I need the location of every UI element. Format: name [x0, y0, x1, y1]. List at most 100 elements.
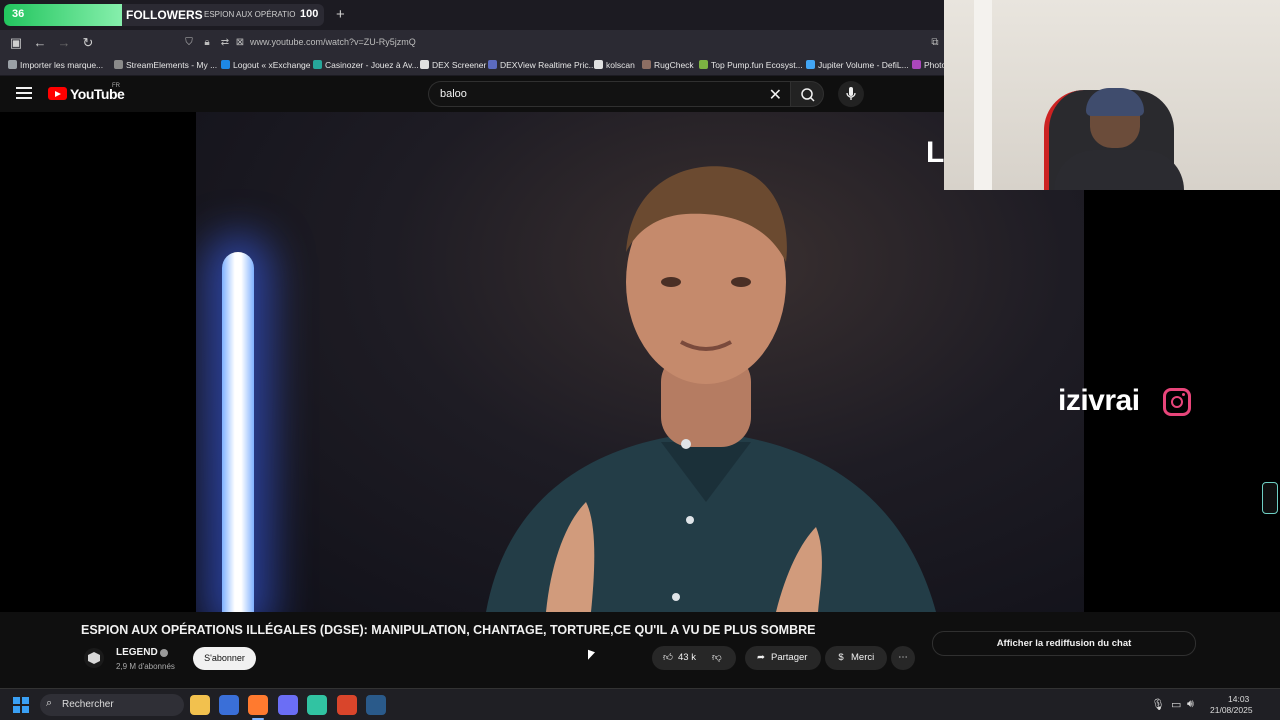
- bookmark-favicon-icon: [420, 60, 429, 69]
- bookmark-favicon-icon: [313, 60, 322, 69]
- windows-start-icon[interactable]: [13, 697, 29, 713]
- bookmark-favicon-icon: [488, 60, 497, 69]
- follower-label: FOLLOWERS: [126, 8, 203, 22]
- bookmark-item[interactable]: Logout « xExchange: [221, 60, 311, 70]
- like-count: 43 k: [678, 652, 696, 663]
- screenshot-icon[interactable]: ⧉: [928, 36, 942, 50]
- webcam-overlay: [944, 0, 1280, 190]
- dislike-button[interactable]: 👎︎: [712, 646, 722, 670]
- browser-tab-strip: 36 FOLLOWERS ESPION AUX OPÉRATIO 100 +: [0, 0, 944, 30]
- bookmark-item[interactable]: DEXView Realtime Pric...: [488, 60, 596, 70]
- watermark-text: izivrai: [1058, 384, 1140, 417]
- bookmark-label: DEXView Realtime Pric...: [500, 60, 596, 70]
- bookmark-label: Logout « xExchange: [233, 60, 311, 70]
- steam-icon[interactable]: [366, 695, 386, 715]
- bookmark-favicon-icon: [594, 60, 603, 69]
- instagram-icon: [1163, 388, 1191, 416]
- bookmark-label: Jupiter Volume - DefiL...: [818, 60, 909, 70]
- bookmark-item[interactable]: StreamElements - My ...: [114, 60, 217, 70]
- thanks-label: Merci: [851, 652, 875, 663]
- volume-icon[interactable]: 🔊︎: [1187, 698, 1194, 711]
- thanks-button[interactable]: $ Merci: [825, 646, 887, 670]
- new-tab-button[interactable]: +: [336, 6, 345, 23]
- bookmark-favicon-icon: [114, 60, 123, 69]
- bookmark-label: Casinozer - Jouez à Av...: [325, 60, 419, 70]
- clear-search-icon[interactable]: ✕: [769, 85, 782, 105]
- bookmark-item[interactable]: Photo: [912, 60, 944, 70]
- bookmark-item[interactable]: kolscan: [594, 60, 635, 70]
- taskbar-search-placeholder: Rechercher: [62, 699, 114, 710]
- bookmark-label: Top Pump.fun Ecosyst...: [711, 60, 803, 70]
- sidebar-toggle-icon[interactable]: ▣: [7, 34, 25, 52]
- clock-date[interactable]: 21/08/2025: [1210, 705, 1253, 715]
- forward-arrow-icon[interactable]: →: [55, 34, 73, 52]
- side-panel-widget[interactable]: [1262, 482, 1278, 514]
- youtube-logo-icon[interactable]: [48, 87, 67, 100]
- channel-avatar[interactable]: [84, 648, 104, 668]
- streamlabs-icon[interactable]: [307, 695, 327, 715]
- search-input[interactable]: baloo ✕: [428, 81, 790, 107]
- bookmark-favicon-icon: [806, 60, 815, 69]
- microphone-tray-icon[interactable]: 🎙︎: [1151, 698, 1165, 711]
- bookmark-label: Importer les marque...: [20, 60, 104, 70]
- bookmark-item[interactable]: Top Pump.fun Ecosyst...: [699, 60, 803, 70]
- share-button[interactable]: ➦ Partager: [745, 646, 821, 670]
- bookmark-item[interactable]: Jupiter Volume - DefiL...: [806, 60, 909, 70]
- bookmark-label: kolscan: [606, 60, 635, 70]
- windows-taskbar: ⌕ Rechercher 🎙︎ ▭ 🔊︎ 14:03 21/08/2025: [0, 688, 1280, 720]
- like-button[interactable]: 👍︎ 43 k: [652, 652, 696, 663]
- discord-icon[interactable]: [278, 695, 298, 715]
- network-icon[interactable]: ▭: [1171, 698, 1181, 711]
- subscribe-button[interactable]: S'abonner: [193, 647, 256, 670]
- share-icon: ➦: [757, 652, 765, 663]
- bookmark-item[interactable]: DEX Screener: [420, 60, 486, 70]
- streamer-cap: [1086, 88, 1144, 116]
- bookmark-item[interactable]: Importer les marque...: [8, 60, 103, 70]
- voice-search-button[interactable]: [838, 81, 864, 107]
- store-icon[interactable]: [219, 695, 239, 715]
- file-explorer-icon[interactable]: [190, 695, 210, 715]
- bookmark-label: DEX Screener: [432, 60, 487, 70]
- firefox-icon[interactable]: [248, 695, 268, 715]
- permissions-icon[interactable]: ⇄: [218, 36, 232, 50]
- url-bar[interactable]: www.youtube.com/watch?v=ZU-Ry5jzmQ: [250, 37, 416, 47]
- neon-light-tube: [222, 252, 254, 612]
- verified-badge-icon: [160, 649, 168, 657]
- follower-count: 36: [12, 8, 25, 20]
- channel-name[interactable]: LEGEND: [116, 647, 158, 658]
- show-chat-replay-button[interactable]: Afficher la rediffusion du chat: [932, 631, 1196, 656]
- clock-time[interactable]: 14:03: [1228, 694, 1249, 704]
- bookmark-label: StreamElements - My ...: [126, 60, 218, 70]
- taskbar-search-input[interactable]: ⌕ Rechercher: [40, 694, 184, 716]
- shield-icon[interactable]: ⛉: [182, 36, 196, 50]
- browser-nav-bar: ▣ ← → ↻ ⛉ 🔒︎ ⇄ ⊠ www.youtube.com/watch?v…: [0, 30, 944, 56]
- bookmark-favicon-icon: [8, 60, 17, 69]
- bookmark-label: RugCheck: [654, 60, 694, 70]
- bookmark-item[interactable]: Casinozer - Jouez à Av...: [313, 60, 419, 70]
- browser-tab-active[interactable]: 36 FOLLOWERS ESPION AUX OPÉRATIO 100: [4, 4, 324, 26]
- subscriber-count: 2,9 M d'abonnés: [116, 662, 175, 671]
- video-overlay-letter: L: [926, 136, 945, 169]
- more-actions-button[interactable]: ⋯: [891, 646, 915, 670]
- search-button[interactable]: [790, 81, 824, 107]
- bookmark-favicon-icon: [221, 60, 230, 69]
- mouse-cursor-icon: [588, 649, 595, 663]
- menu-icon[interactable]: [16, 87, 32, 99]
- more-icon: ⋯: [898, 652, 908, 663]
- bookmark-item[interactable]: RugCheck: [642, 60, 694, 70]
- bookmark-favicon-icon: [912, 60, 921, 69]
- bookmark-favicon-icon: [699, 60, 708, 69]
- share-label: Partager: [771, 652, 808, 663]
- reload-icon[interactable]: ↻: [79, 34, 97, 52]
- follower-goal: 100: [300, 8, 319, 20]
- obs-alt-icon[interactable]: [337, 695, 357, 715]
- back-arrow-icon[interactable]: ←: [31, 34, 49, 52]
- like-dislike-group: 👍︎ 43 k 👎︎: [652, 646, 736, 670]
- lock-icon[interactable]: 🔒︎: [200, 36, 214, 50]
- search-value[interactable]: baloo: [440, 88, 467, 100]
- thumbs-down-icon: 👎︎: [712, 652, 722, 663]
- thumbs-up-icon: 👍︎: [663, 652, 673, 663]
- blocked-media-icon[interactable]: ⊠: [233, 36, 247, 50]
- tab-title: ESPION AUX OPÉRATIO: [204, 10, 296, 19]
- video-letterbox-left: [0, 112, 196, 612]
